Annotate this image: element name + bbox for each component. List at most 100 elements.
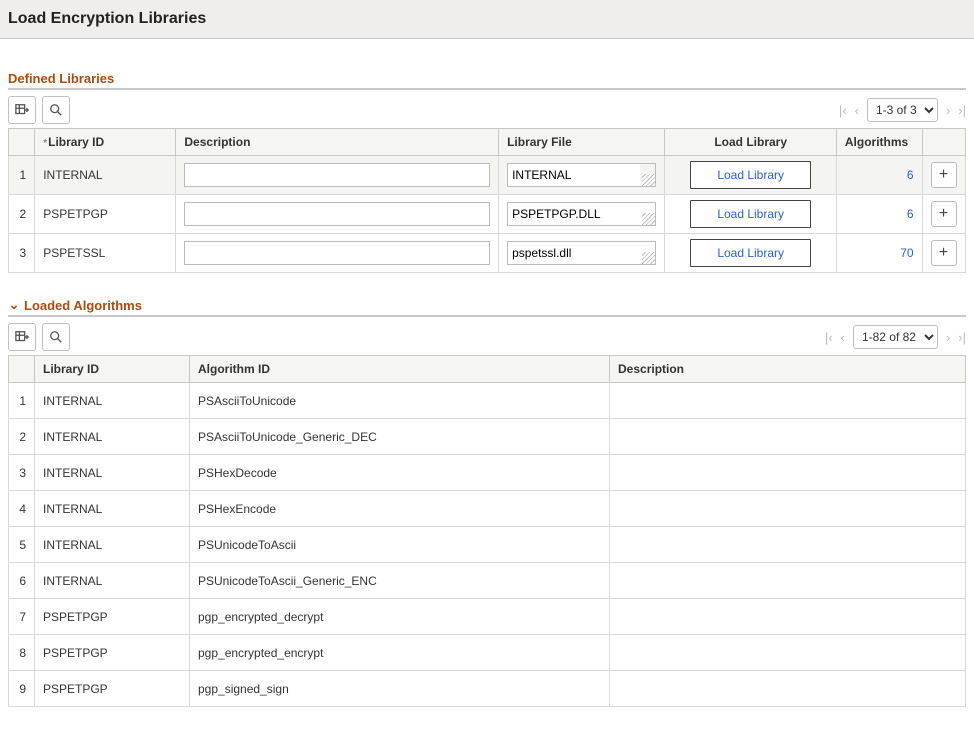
cell-library-id: PSPETPGP bbox=[35, 635, 190, 671]
col-description[interactable]: Description bbox=[610, 356, 966, 383]
library-file-input[interactable] bbox=[507, 241, 640, 265]
next-page-icon[interactable]: › bbox=[946, 330, 950, 345]
search-icon[interactable] bbox=[42, 96, 70, 124]
page-title: Load Encryption Libraries bbox=[8, 10, 206, 27]
cell-description bbox=[610, 419, 966, 455]
cell-library-id: PSPETPGP bbox=[35, 599, 190, 635]
chevron-down-icon[interactable]: ⌄ bbox=[8, 297, 20, 313]
cell-description bbox=[610, 491, 966, 527]
cell-add: + bbox=[922, 195, 965, 234]
load-library-button[interactable]: Load Library bbox=[690, 200, 811, 228]
row-number: 3 bbox=[9, 234, 35, 273]
add-row-button[interactable]: + bbox=[931, 162, 957, 188]
cell-algorithm-id: pgp_encrypted_decrypt bbox=[190, 599, 610, 635]
description-input[interactable] bbox=[184, 163, 490, 187]
cell-description bbox=[610, 635, 966, 671]
row-number: 1 bbox=[9, 156, 35, 195]
cell-algorithm-id: pgp_signed_sign bbox=[190, 671, 610, 707]
cell-library-id: INTERNAL bbox=[35, 563, 190, 599]
loaded-algorithms-table: Library ID Algorithm ID Description 1INT… bbox=[8, 355, 966, 707]
prev-page-icon[interactable]: ‹ bbox=[855, 103, 859, 118]
cell-algorithms: 6 bbox=[836, 156, 922, 195]
col-rownum bbox=[9, 356, 35, 383]
cell-description bbox=[610, 671, 966, 707]
row-number: 1 bbox=[9, 383, 35, 419]
col-algorithm-id[interactable]: Algorithm ID bbox=[190, 356, 610, 383]
table-row: 6INTERNALPSUnicodeToAscii_Generic_ENC bbox=[9, 563, 966, 599]
table-row: 3INTERNALPSHexDecode bbox=[9, 455, 966, 491]
last-page-icon[interactable]: ›| bbox=[958, 103, 966, 118]
loaded-range-select[interactable]: 1-82 of 82 bbox=[853, 325, 938, 349]
algorithms-link[interactable]: 6 bbox=[907, 207, 914, 221]
cell-library-file bbox=[499, 195, 665, 234]
table-row: 1INTERNALPSAsciiToUnicode bbox=[9, 383, 966, 419]
table-row: 5INTERNALPSUnicodeToAscii bbox=[9, 527, 966, 563]
cell-algorithm-id: PSAsciiToUnicode bbox=[190, 383, 610, 419]
first-page-icon[interactable]: |‹ bbox=[839, 103, 847, 118]
col-library-id[interactable]: *Library ID bbox=[35, 129, 176, 156]
cell-description bbox=[610, 563, 966, 599]
row-number: 9 bbox=[9, 671, 35, 707]
cell-library-id: INTERNAL bbox=[35, 491, 190, 527]
row-number: 4 bbox=[9, 491, 35, 527]
resize-grip-icon[interactable] bbox=[640, 241, 656, 265]
table-row: 8PSPETPGPpgp_encrypted_encrypt bbox=[9, 635, 966, 671]
cell-algorithm-id: PSUnicodeToAscii bbox=[190, 527, 610, 563]
cell-description bbox=[610, 455, 966, 491]
cell-library-id: INTERNAL bbox=[35, 383, 190, 419]
col-description[interactable]: Description bbox=[176, 129, 499, 156]
algorithms-link[interactable]: 70 bbox=[900, 246, 913, 260]
cell-algorithm-id: PSHexDecode bbox=[190, 455, 610, 491]
cell-library-file bbox=[499, 234, 665, 273]
add-row-button[interactable]: + bbox=[931, 201, 957, 227]
col-library-id[interactable]: Library ID bbox=[35, 356, 190, 383]
cell-algorithm-id: PSHexEncode bbox=[190, 491, 610, 527]
cell-description bbox=[610, 527, 966, 563]
table-row: 7PSPETPGPpgp_encrypted_decrypt bbox=[9, 599, 966, 635]
resize-grip-icon[interactable] bbox=[640, 202, 656, 226]
cell-description bbox=[610, 383, 966, 419]
prev-page-icon[interactable]: ‹ bbox=[841, 330, 845, 345]
defined-range-select[interactable]: 1-3 of 3 bbox=[867, 98, 938, 122]
library-file-input[interactable] bbox=[507, 163, 640, 187]
load-library-button[interactable]: Load Library bbox=[690, 161, 811, 189]
row-number: 5 bbox=[9, 527, 35, 563]
first-page-icon[interactable]: |‹ bbox=[825, 330, 833, 345]
row-number: 3 bbox=[9, 455, 35, 491]
col-library-file[interactable]: Library File bbox=[499, 129, 665, 156]
table-row: 2PSPETPGPLoad Library6+ bbox=[9, 195, 966, 234]
table-row: 9PSPETPGPpgp_signed_sign bbox=[9, 671, 966, 707]
cell-add: + bbox=[922, 234, 965, 273]
library-file-input[interactable] bbox=[507, 202, 640, 226]
cell-add: + bbox=[922, 156, 965, 195]
add-row-button[interactable]: + bbox=[931, 240, 957, 266]
cell-load: Load Library bbox=[665, 234, 836, 273]
col-load-library[interactable]: Load Library bbox=[665, 129, 836, 156]
search-icon[interactable] bbox=[42, 323, 70, 351]
resize-grip-icon[interactable] bbox=[640, 163, 656, 187]
loaded-pager: |‹ ‹ 1-82 of 82 › ›| bbox=[825, 325, 966, 349]
table-row: 2INTERNALPSAsciiToUnicode_Generic_DEC bbox=[9, 419, 966, 455]
col-algorithms[interactable]: Algorithms bbox=[836, 129, 922, 156]
cell-description bbox=[176, 234, 499, 273]
col-add bbox=[922, 129, 965, 156]
cell-algorithm-id: pgp_encrypted_encrypt bbox=[190, 635, 610, 671]
row-number: 2 bbox=[9, 195, 35, 234]
cell-library-id: PSPETPGP bbox=[35, 671, 190, 707]
grid-settings-icon[interactable] bbox=[8, 96, 36, 124]
load-library-button[interactable]: Load Library bbox=[690, 239, 811, 267]
row-number: 6 bbox=[9, 563, 35, 599]
cell-load: Load Library bbox=[665, 195, 836, 234]
algorithms-link[interactable]: 6 bbox=[907, 168, 914, 182]
cell-description bbox=[176, 156, 499, 195]
next-page-icon[interactable]: › bbox=[946, 103, 950, 118]
last-page-icon[interactable]: ›| bbox=[958, 330, 966, 345]
col-rownum bbox=[9, 129, 35, 156]
row-number: 7 bbox=[9, 599, 35, 635]
description-input[interactable] bbox=[184, 241, 490, 265]
cell-load: Load Library bbox=[665, 156, 836, 195]
defined-libraries-table: *Library ID Description Library File Loa… bbox=[8, 128, 966, 273]
grid-settings-icon[interactable] bbox=[8, 323, 36, 351]
description-input[interactable] bbox=[184, 202, 490, 226]
cell-algorithms: 6 bbox=[836, 195, 922, 234]
